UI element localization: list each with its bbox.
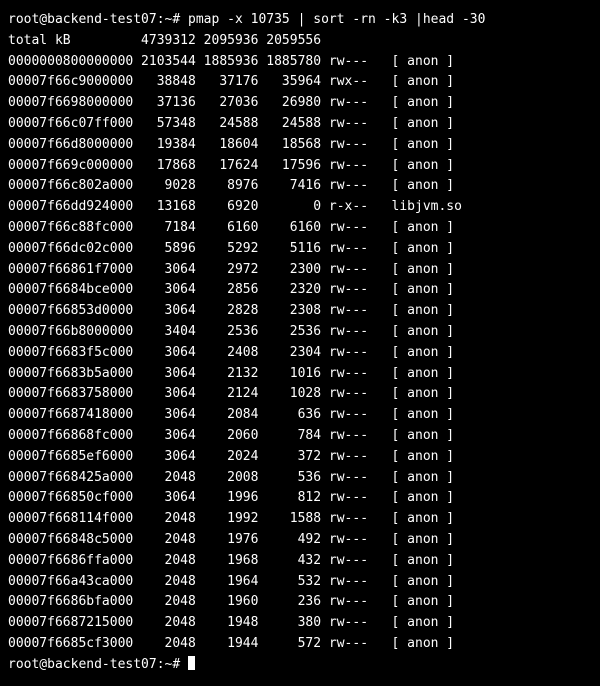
pmap-row: 0000000800000000 2103544 1885936 1885780… [8,54,454,69]
pmap-row: 00007f669c000000 17868 17624 17596 rw---… [8,158,454,173]
pmap-row: 00007f66c07ff000 57348 24588 24588 rw---… [8,116,454,131]
cursor [188,656,195,670]
pmap-row: 00007f668425a000 2048 2008 536 rw--- [ a… [8,470,454,485]
terminal[interactable]: root@backend-test07:~# pmap -x 10735 | s… [0,0,600,686]
pmap-row: 00007f6683b5a000 3064 2132 1016 rw--- [ … [8,366,454,381]
pmap-row: 00007f6686ffa000 2048 1968 432 rw--- [ a… [8,553,454,568]
pmap-row: 00007f66d8000000 19384 18604 18568 rw---… [8,137,454,152]
pmap-row: 00007f668114f000 2048 1992 1588 rw--- [ … [8,511,454,526]
pmap-row: 00007f66853d0000 3064 2828 2308 rw--- [ … [8,303,454,318]
pmap-row: 00007f66b8000000 3404 2536 2536 rw--- [ … [8,324,454,339]
pmap-row: 00007f66c88fc000 7184 6160 6160 rw--- [ … [8,220,454,235]
pmap-row: 00007f66850cf000 3064 1996 812 rw--- [ a… [8,490,454,505]
pmap-row: 00007f6685ef6000 3064 2024 372 rw--- [ a… [8,449,454,464]
pmap-row: 00007f66848c5000 2048 1976 492 rw--- [ a… [8,532,454,547]
pmap-row: 00007f6687418000 3064 2084 636 rw--- [ a… [8,407,454,422]
pmap-row: 00007f6685cf3000 2048 1944 572 rw--- [ a… [8,636,454,651]
pmap-row: 00007f66c802a000 9028 8976 7416 rw--- [ … [8,178,454,193]
pmap-row: 00007f66861f7000 3064 2972 2300 rw--- [ … [8,262,454,277]
shell-prompt: root@backend-test07:~# [8,657,188,672]
pmap-row: 00007f66a43ca000 2048 1964 532 rw--- [ a… [8,574,454,589]
pmap-row: 00007f66dc02c000 5896 5292 5116 rw--- [ … [8,241,454,256]
pmap-row: 00007f6687215000 2048 1948 380 rw--- [ a… [8,615,454,630]
pmap-row: 00007f66c9000000 38848 37176 35964 rwx--… [8,74,454,89]
pmap-row: 00007f66868fc000 3064 2060 784 rw--- [ a… [8,428,454,443]
totals-row: total kB 4739312 2095936 2059556 [8,33,321,48]
pmap-row: 00007f6684bce000 3064 2856 2320 rw--- [ … [8,282,454,297]
command-text: pmap -x 10735 | sort -rn -k3 |head -30 [188,12,485,27]
pmap-row: 00007f6683758000 3064 2124 1028 rw--- [ … [8,386,454,401]
pmap-row: 00007f66dd924000 13168 6920 0 r-x-- libj… [8,199,462,214]
pmap-row: 00007f6698000000 37136 27036 26980 rw---… [8,95,454,110]
pmap-row: 00007f6683f5c000 3064 2408 2304 rw--- [ … [8,345,454,360]
shell-prompt: root@backend-test07:~# [8,12,188,27]
pmap-row: 00007f6686bfa000 2048 1960 236 rw--- [ a… [8,594,454,609]
